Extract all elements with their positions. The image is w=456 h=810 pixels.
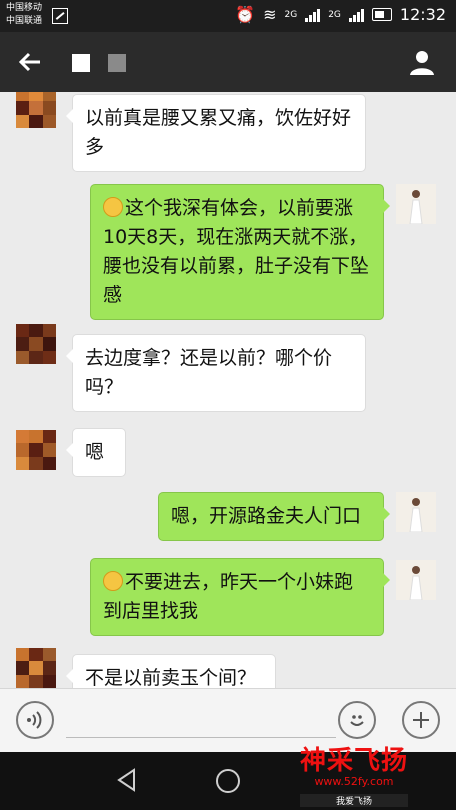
title-bar bbox=[0, 32, 456, 92]
redacted-name-block bbox=[72, 54, 90, 72]
clock: 12:32 bbox=[399, 5, 446, 24]
avatar[interactable] bbox=[396, 560, 436, 600]
redacted-name-block bbox=[108, 54, 126, 72]
message-bubble[interactable]: 不要进去，昨天一个小妹跑到店里找我 bbox=[90, 558, 390, 636]
message-text: 不是以前卖玉个间？ bbox=[85, 667, 257, 688]
status-right: ⏰ ≋ 2G 2G 12:32 bbox=[235, 5, 446, 24]
smile-emoji-icon bbox=[103, 197, 123, 217]
message-bubble[interactable]: 这个我深有体会，以前要涨10天8天，现在涨两天就不涨，腰也没有以前累，肚子没有下… bbox=[90, 184, 390, 320]
message-bubble[interactable]: 以前真是腰又累又痛，饮佐好好多 bbox=[66, 94, 366, 172]
message-input[interactable] bbox=[66, 737, 336, 738]
avatar[interactable] bbox=[396, 184, 436, 224]
message-text: 去边度拿？还是以前？哪个价吗？ bbox=[85, 347, 333, 398]
message-bubble[interactable]: 不是以前卖玉个间？ bbox=[66, 654, 276, 688]
arrow-left-icon[interactable] bbox=[14, 46, 46, 78]
signal-icon-2 bbox=[348, 8, 364, 22]
battery-icon bbox=[371, 8, 392, 21]
message-text: 以前真是腰又累又痛，饮佐好好多 bbox=[85, 107, 352, 158]
no-sim-icon bbox=[52, 8, 68, 24]
message-bubble[interactable]: 嗯，开源路金夫人门口 bbox=[158, 492, 390, 541]
chat-area[interactable]: 以前真是腰又累又痛，饮佐好好多 这个我深有体会，以前要涨10天8天，现在涨两天就… bbox=[0, 92, 456, 688]
plus-icon[interactable] bbox=[402, 701, 440, 739]
message-text: 嗯 bbox=[85, 441, 105, 463]
carrier-labels: 中国移动 中国联通 bbox=[6, 2, 42, 28]
avatar[interactable] bbox=[16, 648, 56, 688]
avatar[interactable] bbox=[16, 324, 56, 364]
alarm-icon: ⏰ bbox=[235, 5, 256, 24]
person-icon[interactable] bbox=[408, 48, 436, 76]
smile-emoji-icon bbox=[103, 571, 123, 591]
message-text: 嗯，开源路金夫人门口 bbox=[171, 505, 362, 527]
carrier-2: 中国联通 bbox=[6, 16, 43, 26]
watermark: 神采飞扬 www.52fy.com 我爱飞扬 bbox=[299, 740, 408, 807]
voice-icon[interactable] bbox=[16, 701, 54, 739]
net-type-2: 2G bbox=[328, 9, 341, 20]
message-text: 这个我深有体会，以前要涨10天8天，现在涨两天就不涨，腰也没有以前累，肚子没有下… bbox=[103, 197, 370, 306]
message-text: 不要进去，昨天一个小妹跑到店里找我 bbox=[103, 571, 354, 622]
nav-back-icon[interactable] bbox=[116, 768, 138, 792]
watermark-url: www.52fy.com bbox=[314, 775, 394, 788]
carrier-1: 中国移动 bbox=[6, 3, 43, 13]
avatar[interactable] bbox=[16, 92, 56, 128]
watermark-sub: 我爱飞扬 bbox=[299, 794, 408, 807]
status-bar: 中国移动 中国联通 ⏰ ≋ 2G 2G 12:32 bbox=[0, 0, 456, 32]
signal-icon-1 bbox=[305, 8, 321, 22]
net-type-1: 2G bbox=[284, 9, 298, 20]
smiley-icon[interactable] bbox=[338, 701, 376, 739]
message-bubble[interactable]: 嗯 bbox=[66, 428, 126, 477]
wifi-icon: ≋ bbox=[263, 5, 277, 24]
watermark-title: 神采飞扬 bbox=[299, 746, 408, 776]
nav-home-icon[interactable] bbox=[216, 769, 240, 793]
avatar[interactable] bbox=[396, 492, 436, 532]
avatar[interactable] bbox=[16, 430, 56, 470]
message-bubble[interactable]: 去边度拿？还是以前？哪个价吗？ bbox=[66, 334, 366, 412]
